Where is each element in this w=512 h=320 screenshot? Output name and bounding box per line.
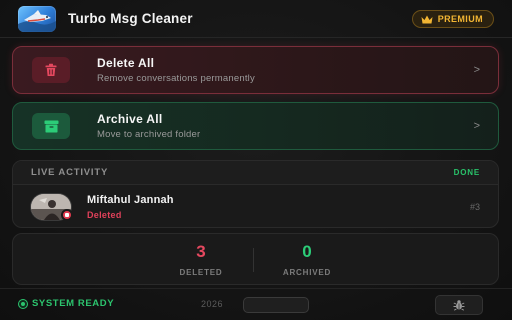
crown-icon <box>421 15 433 23</box>
header: Turbo Msg Cleaner PREMIUM <box>0 0 512 38</box>
premium-badge[interactable]: PREMIUM <box>411 10 494 28</box>
archived-stat: 0 ARCHIVED <box>267 242 347 277</box>
archive-all-title: Archive All <box>97 112 163 126</box>
delete-all-button[interactable]: Delete All Remove conversations permanen… <box>12 46 499 94</box>
live-activity-label: LIVE ACTIVITY <box>31 167 109 178</box>
bug-icon <box>453 300 465 311</box>
system-status: SYSTEM READY <box>18 298 114 309</box>
contact-name: Miftahul Jannah <box>87 194 174 206</box>
stats-panel: 3 DELETED 0 ARCHIVED <box>12 233 499 285</box>
app-title: Turbo Msg Cleaner <box>68 11 193 26</box>
trash-icon <box>45 63 57 76</box>
archived-count: 0 <box>302 242 312 261</box>
footer-year: 2026 <box>201 299 224 309</box>
activity-item: Miftahul Jannah Deleted #3 <box>13 185 498 227</box>
deleted-stat: 3 DELETED <box>161 242 241 277</box>
app-logo-icon <box>18 5 56 32</box>
live-activity-panel: LIVE ACTIVITY DONE Miftahul Jannah Delet… <box>12 160 499 228</box>
footer: SYSTEM READY 2026 <box>0 288 512 320</box>
delete-icon-box <box>32 57 70 83</box>
footer-button[interactable] <box>243 297 309 313</box>
contact-status: Deleted <box>87 210 122 220</box>
premium-label: PREMIUM <box>437 14 483 24</box>
delete-all-subtitle: Remove conversations permanently <box>97 73 255 84</box>
archive-all-button[interactable]: Archive All Move to archived folder > <box>12 102 499 150</box>
chevron-right-icon: > <box>473 120 480 132</box>
archive-all-subtitle: Move to archived folder <box>97 129 201 140</box>
system-status-label: SYSTEM READY <box>32 298 115 309</box>
bug-report-button[interactable] <box>435 295 483 315</box>
archive-icon-box <box>32 113 70 139</box>
deleted-label: DELETED <box>179 268 223 277</box>
delete-all-title: Delete All <box>97 56 155 70</box>
chevron-right-icon: > <box>473 64 480 76</box>
deleted-badge-icon <box>61 209 73 221</box>
stats-divider <box>253 248 254 272</box>
deleted-count: 3 <box>196 242 206 261</box>
activity-status-badge: DONE <box>453 168 480 177</box>
item-index: #3 <box>469 202 480 212</box>
live-activity-header: LIVE ACTIVITY DONE <box>13 161 498 185</box>
app-window: Turbo Msg Cleaner PREMIUM Delete All Rem… <box>0 0 512 320</box>
status-dot-icon <box>18 298 28 309</box>
archive-icon <box>44 120 58 132</box>
archived-label: ARCHIVED <box>282 268 332 277</box>
